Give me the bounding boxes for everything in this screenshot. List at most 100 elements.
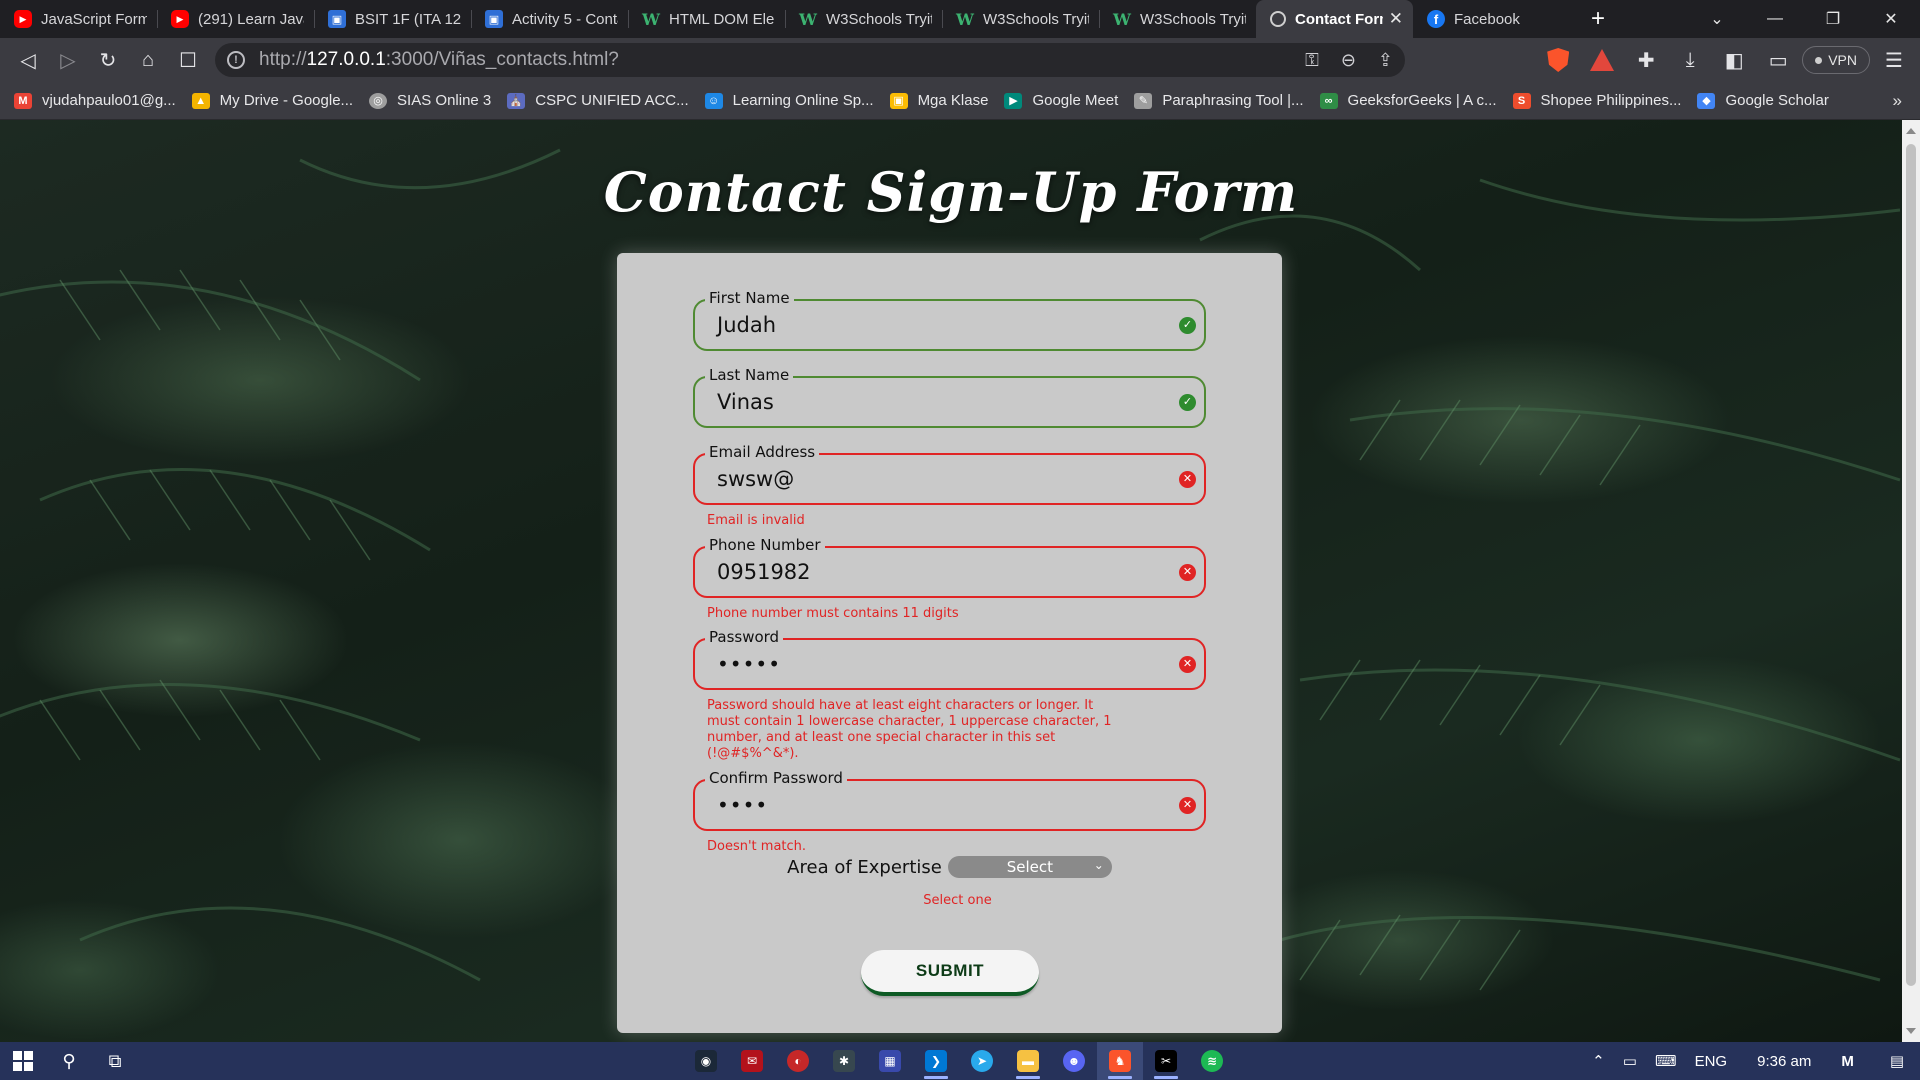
taskbar-vscode[interactable]: ❯ (913, 1042, 959, 1080)
search-icon: ⚲ (62, 1050, 76, 1071)
zoom-icon[interactable]: ⊖ (1341, 50, 1356, 71)
tab-html-dom[interactable]: W HTML DOM Elem (628, 0, 785, 38)
confirm-password-input[interactable]: Confirm Password •••• ✕ (693, 769, 1206, 831)
tab-bsit[interactable]: ▣ BSIT 1F (ITA 121 (314, 0, 471, 38)
bookmark-gfg[interactable]: ∞ GeeksforGeeks | A c... (1319, 92, 1497, 109)
phone-field: Phone Number 0951982 ✕ Phone number must… (693, 536, 1206, 622)
brave-shields-button[interactable] (1538, 42, 1578, 78)
keyboard-icon[interactable]: ⌨ (1655, 1052, 1677, 1070)
taskbar-game[interactable]: ◐ (775, 1042, 821, 1080)
bookmark-paraphrasing[interactable]: ✎ Paraphrasing Tool |... (1134, 92, 1304, 109)
restore-icon: ❐ (1825, 11, 1841, 28)
tray-overflow-chevron-icon[interactable]: ⌃ (1592, 1052, 1605, 1070)
minimize-button[interactable]: — (1746, 10, 1804, 28)
game-icon: ◐ (787, 1050, 809, 1072)
close-window-button[interactable]: ✕ (1862, 9, 1920, 29)
menu-button[interactable]: ☰ (1874, 42, 1914, 78)
taskbar-overwolf[interactable]: ✱ (821, 1042, 867, 1080)
reload-button[interactable]: ↻ (88, 42, 128, 78)
tab-title: JavaScript Form V (41, 10, 147, 28)
taskbar-brave[interactable]: ♞ (1097, 1042, 1143, 1080)
bookmark-learning[interactable]: ☺ Learning Online Sp... (704, 92, 874, 109)
bookmark-meet[interactable]: ▶ Google Meet (1004, 92, 1118, 109)
wallet-button[interactable]: ▭ (1758, 42, 1798, 78)
vpn-button[interactable]: VPN (1802, 46, 1870, 74)
gfg-icon: ∞ (1319, 92, 1338, 109)
taskbar-calendar[interactable]: ▦ (867, 1042, 913, 1080)
notification-center-icon[interactable]: ▤ (1890, 1052, 1904, 1070)
taskbar-discord[interactable]: ☻ (1051, 1042, 1097, 1080)
tab-w3schools-2[interactable]: W W3Schools Tryit E (942, 0, 1099, 38)
battery-icon[interactable]: ▭ (1623, 1052, 1637, 1070)
bookmark-gmail[interactable]: Mvjudahpaulo01@g... (14, 92, 176, 109)
bookmark-label: vjudahpaulo01@g... (42, 92, 176, 109)
expertise-select[interactable]: Select ⌄ (947, 856, 1112, 878)
tab-title: W3Schools Tryit (1140, 10, 1246, 28)
bookmarks-bar: Mvjudahpaulo01@g... ▲ My Drive - Google..… (0, 82, 1920, 120)
bookmarks-overflow-button[interactable]: » (1893, 91, 1902, 111)
address-bar[interactable]: ! http://127.0.0.1:3000/Viñas_contacts.h… (215, 43, 1405, 77)
share-icon[interactable]: ⇪ (1378, 50, 1393, 71)
bookmark-cspc[interactable]: ⛪ CSPC UNIFIED ACC... (507, 92, 689, 109)
scrollbar-thumb[interactable] (1906, 144, 1916, 986)
clock[interactable]: 9:36 am (1757, 1053, 1811, 1070)
phone-input[interactable]: Phone Number 0951982 ✕ (693, 536, 1206, 598)
search-button[interactable]: ⚲ (46, 1042, 92, 1080)
file-explorer-icon: ▬ (1017, 1050, 1039, 1072)
taskbar-spotify[interactable]: ≋ (1189, 1042, 1235, 1080)
mail-tray-icon[interactable]: M (1841, 1053, 1854, 1070)
home-button[interactable]: ⌂ (128, 42, 168, 78)
scroll-up-arrow-icon[interactable] (1906, 128, 1916, 134)
scroll-down-arrow-icon[interactable] (1906, 1028, 1916, 1034)
capcut-icon: ✂ (1155, 1050, 1177, 1072)
tab-facebook[interactable]: f Facebook (1413, 0, 1570, 38)
downloads-button[interactable]: ⤓ (1670, 42, 1710, 78)
task-view-button[interactable]: ⧉ (92, 1042, 138, 1080)
sidebar-button[interactable]: ◧ (1714, 42, 1754, 78)
steam-icon: ◉ (695, 1050, 717, 1072)
first-name-input[interactable]: First Name Judah ✓ (693, 289, 1206, 351)
field-value: Judah (717, 313, 777, 337)
back-button[interactable]: ◁ (8, 42, 48, 78)
tab-w3schools-3[interactable]: W W3Schools Tryit (1099, 0, 1256, 38)
tab-w3schools-1[interactable]: W W3Schools Tryit (785, 0, 942, 38)
last-name-input[interactable]: Last Name Vinas ✓ (693, 366, 1206, 428)
taskbar-mail[interactable]: ✉ (729, 1042, 775, 1080)
windows-icon (13, 1051, 33, 1071)
bookmark-label: GeeksforGeeks | A c... (1347, 92, 1497, 109)
windows-taskbar: ⚲ ⧉ ◉ ✉ ◐ ✱ ▦ ❯ ➤ ▬ ☻ ♞ ✂ ≋ ⌃ ▭ ⌨ ENG 9:… (0, 1042, 1920, 1080)
language-indicator[interactable]: ENG (1695, 1053, 1728, 1070)
key-icon[interactable]: ⚿ (1305, 50, 1319, 71)
taskbar-telegram[interactable]: ➤ (959, 1042, 1005, 1080)
tab-title: Facebook (1454, 10, 1520, 28)
start-button[interactable] (0, 1042, 46, 1080)
forward-button[interactable]: ▷ (48, 42, 88, 78)
restore-button[interactable]: ❐ (1804, 9, 1862, 29)
bookmark-mga-klase[interactable]: ▣ Mga Klase (889, 92, 988, 109)
bookmark-scholar[interactable]: ◆ Google Scholar (1697, 92, 1829, 109)
tab-javascript-form[interactable]: ▶ JavaScript Form V (0, 0, 157, 38)
expertise-row: Area of Expertise Select ⌄ (617, 856, 1282, 878)
tab-learn-javascript[interactable]: ▶ (291) Learn JavaS (157, 0, 314, 38)
tab-contact-form[interactable]: Contact Form ✕ (1256, 0, 1413, 38)
signup-form-card: First Name Judah ✓ Last Name Vinas ✓ Ema… (617, 253, 1282, 1033)
password-input[interactable]: Password ••••• ✕ (693, 628, 1206, 690)
bookmark-sias[interactable]: ◎ SIAS Online 3 (369, 92, 491, 109)
taskbar-file-explorer[interactable]: ▬ (1005, 1042, 1051, 1080)
brave-shield-icon (1547, 48, 1570, 72)
new-tab-button[interactable]: + (1570, 0, 1626, 38)
info-icon[interactable]: ! (227, 51, 245, 69)
email-input[interactable]: Email Address swsw@ ✕ (693, 443, 1206, 505)
taskbar-steam[interactable]: ◉ (683, 1042, 729, 1080)
tab-activity-5[interactable]: ▣ Activity 5 - Conta (471, 0, 628, 38)
extensions-button[interactable]: ✚ (1626, 42, 1666, 78)
bookmark-button[interactable]: ☐ (168, 42, 208, 78)
submit-button[interactable]: SUBMIT (861, 950, 1039, 996)
close-icon[interactable]: ✕ (1389, 9, 1403, 29)
page-scrollbar[interactable] (1902, 120, 1920, 1042)
taskbar-capcut[interactable]: ✂ (1143, 1042, 1189, 1080)
brave-rewards-button[interactable] (1582, 42, 1622, 78)
bookmark-drive[interactable]: ▲ My Drive - Google... (191, 92, 353, 109)
tab-list-button[interactable]: ⌄ (1688, 9, 1746, 29)
bookmark-shopee[interactable]: S Shopee Philippines... (1512, 92, 1681, 109)
